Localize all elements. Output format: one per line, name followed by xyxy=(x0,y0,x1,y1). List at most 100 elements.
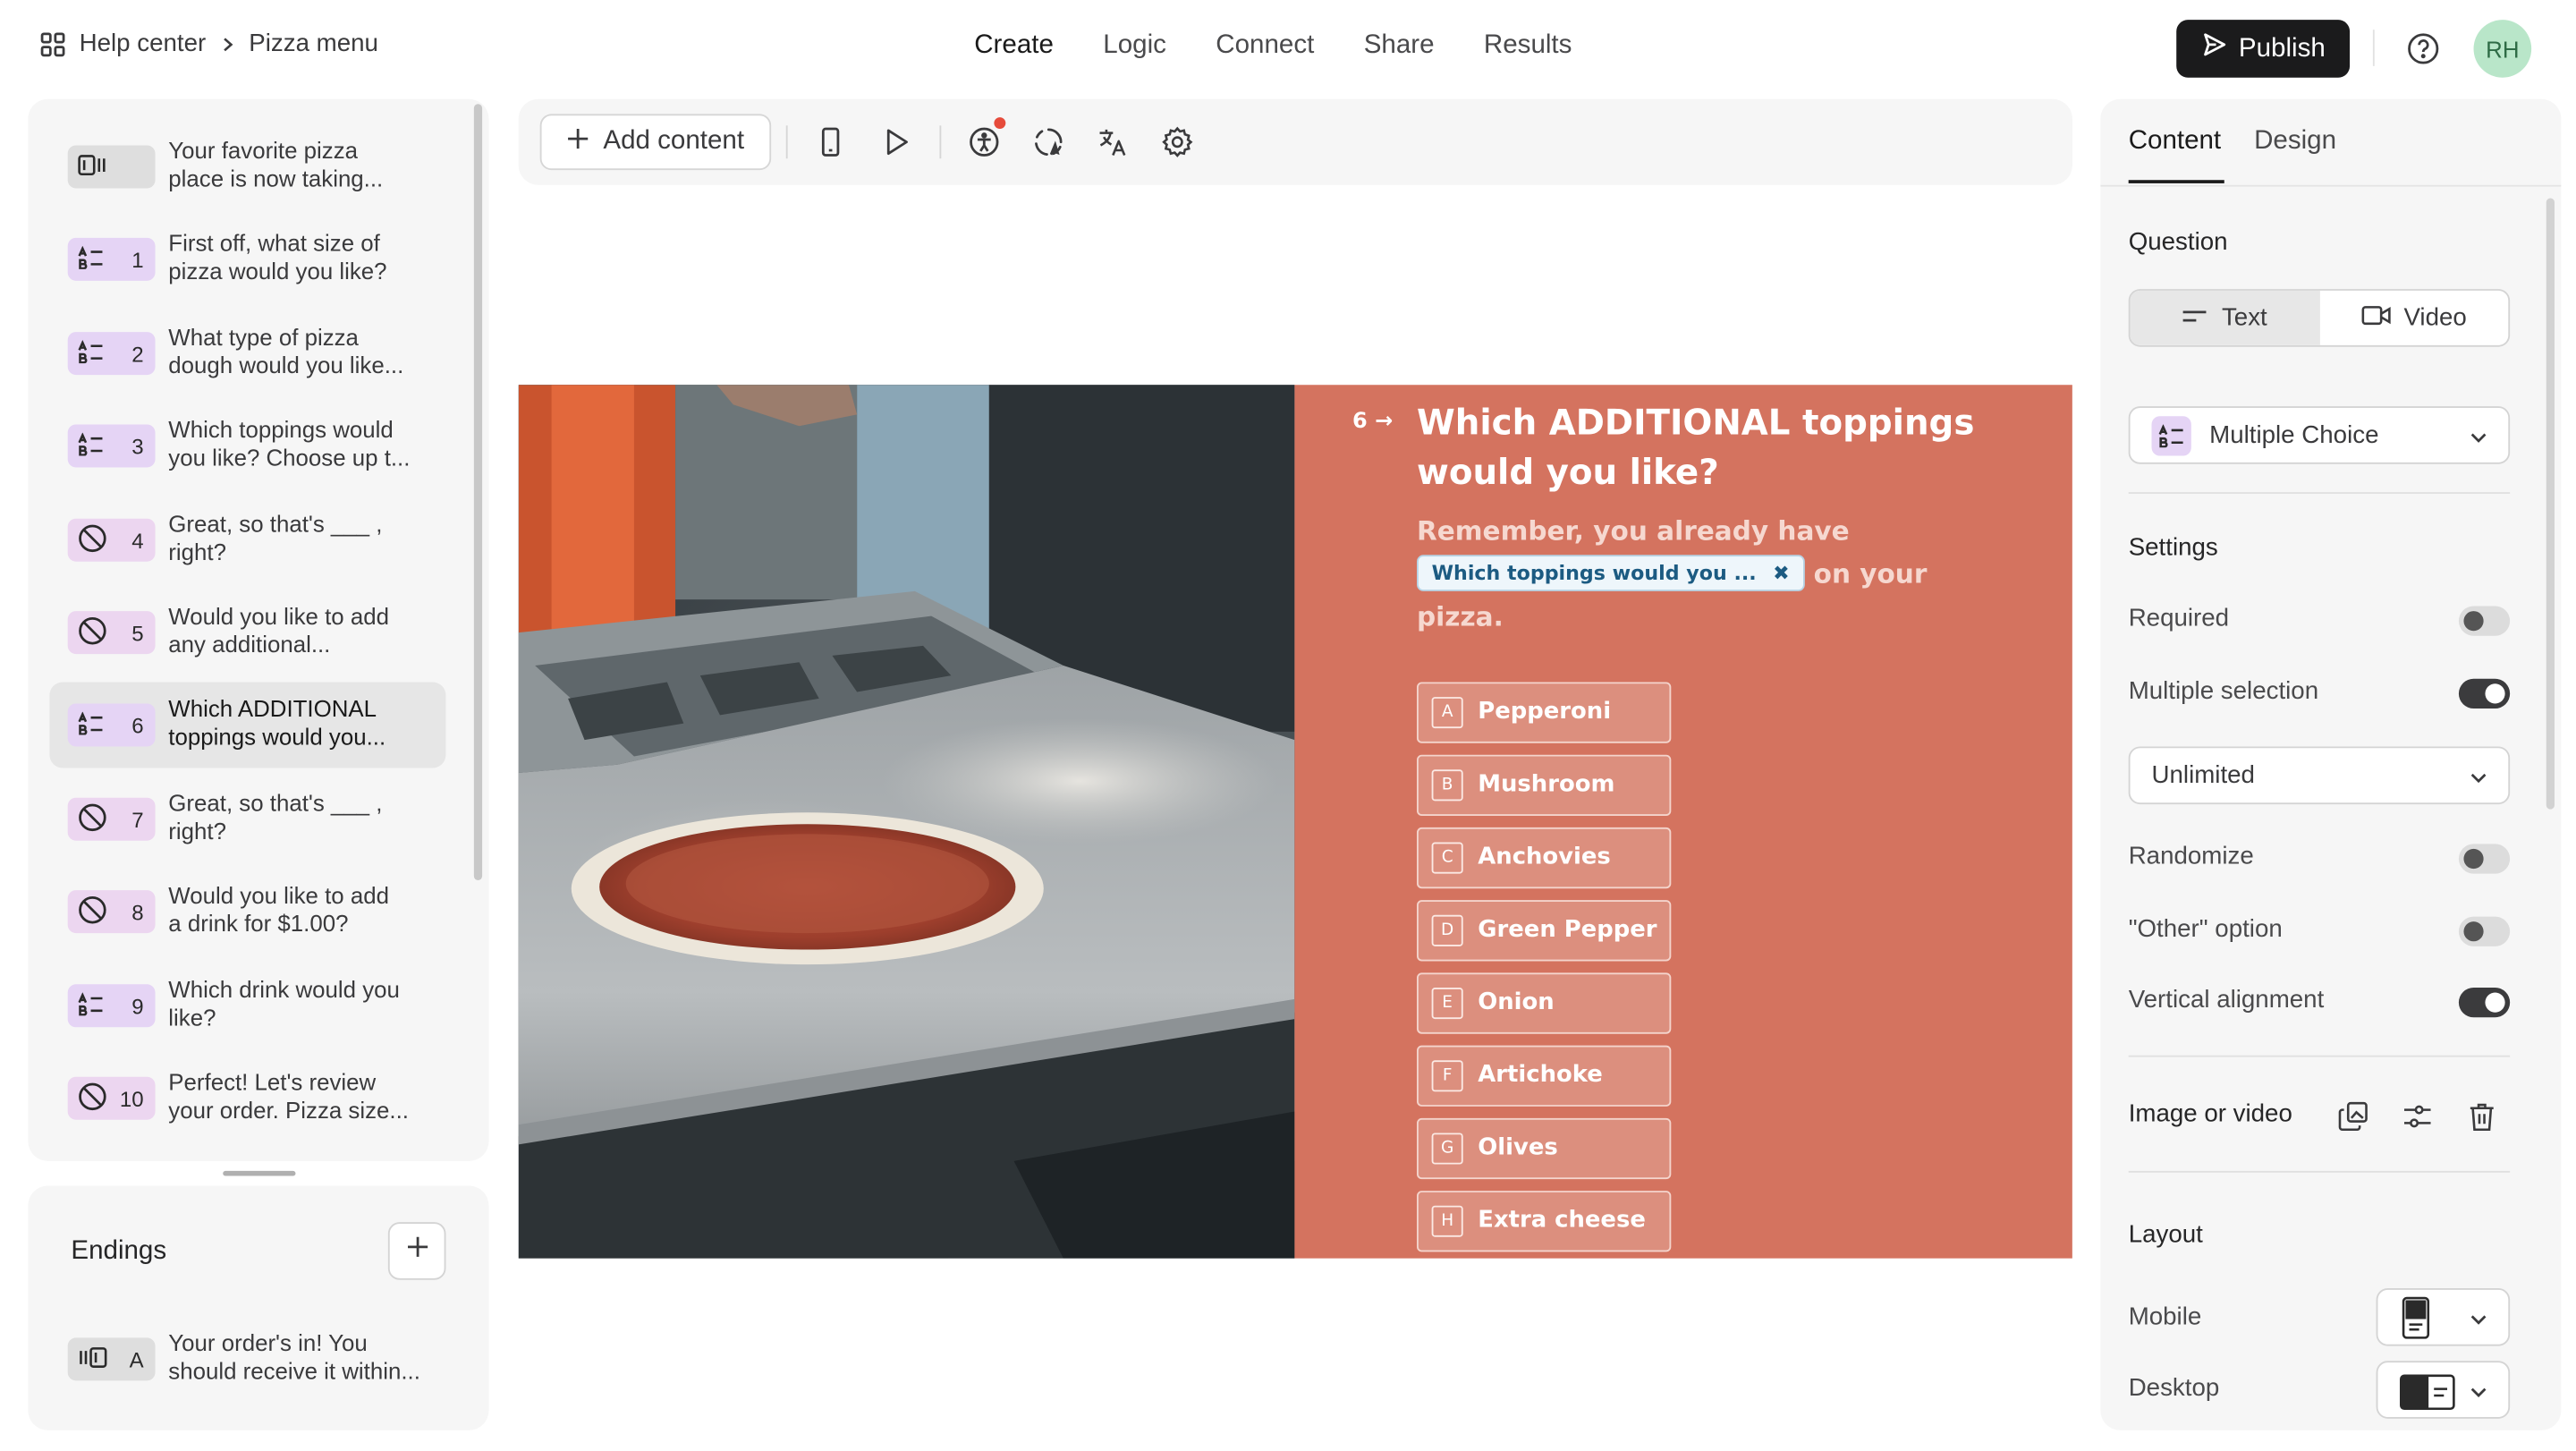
mobile-layout-icon xyxy=(2401,1296,2430,1347)
answer-choice[interactable]: D Green Pepper xyxy=(1416,900,1672,962)
publish-label: Publish xyxy=(2238,33,2326,63)
description-text: Remember, you already have xyxy=(1416,514,1850,547)
notification-dot xyxy=(994,117,1006,129)
tab-design[interactable]: Design xyxy=(2254,127,2336,157)
breadcrumb-current[interactable]: Pizza menu xyxy=(249,30,378,57)
setting-randomize: Randomize xyxy=(2129,843,2511,876)
pizza-photo[interactable] xyxy=(518,385,1295,1259)
question-type-badge: 1 xyxy=(67,237,156,281)
adjust-sliders-icon[interactable] xyxy=(2401,1100,2434,1141)
desktop-layout-select[interactable] xyxy=(2376,1361,2511,1419)
randomize-toggle[interactable] xyxy=(2458,844,2511,874)
list-item[interactable]: 4 Great, so that's ___ , right? xyxy=(49,497,445,583)
answer-choice[interactable]: E Onion xyxy=(1416,972,1672,1034)
grid-icon[interactable] xyxy=(39,30,66,57)
question-type-value: Multiple Choice xyxy=(2209,420,2379,450)
list-item[interactable]: 9 Which drink would you like? xyxy=(49,963,445,1048)
other-option-toggle[interactable] xyxy=(2458,916,2511,946)
question-number: 1 xyxy=(131,246,144,272)
mobile-layout-select[interactable] xyxy=(2376,1287,2511,1347)
multiple-selection-toggle[interactable] xyxy=(2458,678,2511,709)
publish-button[interactable]: Publish xyxy=(2176,20,2351,78)
mobile-preview-icon[interactable] xyxy=(814,125,847,158)
question-type-select[interactable]: Multiple Choice xyxy=(2128,406,2511,464)
desktop-layout-icon xyxy=(2399,1374,2455,1419)
question-type-badge: 6 xyxy=(67,703,156,747)
question-description[interactable]: Remember, you already have Which topping… xyxy=(1416,510,1979,639)
breadcrumb-root[interactable]: Help center xyxy=(80,30,207,57)
pizza-kitchen-image xyxy=(518,385,1295,1259)
text-mode-button[interactable]: Text xyxy=(2130,290,2319,345)
yes-no-icon xyxy=(78,522,107,557)
selection-limit-select[interactable]: Unlimited xyxy=(2128,746,2511,805)
question-number-label: 6 → xyxy=(1352,410,1393,435)
list-item[interactable]: 2 What type of pizza dough would you lik… xyxy=(49,310,445,396)
gear-icon[interactable] xyxy=(1161,125,1194,158)
accessibility-icon[interactable] xyxy=(968,125,1001,158)
close-icon[interactable]: ✖ xyxy=(1773,558,1790,588)
recall-chip-label: Which toppings would you ... xyxy=(1431,561,1757,585)
tab-connect[interactable]: Connect xyxy=(1216,31,1314,61)
multiple-choice-icon xyxy=(2151,416,2191,456)
avatar[interactable]: RH xyxy=(2473,20,2532,78)
choice-label: Anchovies xyxy=(1478,844,1611,870)
question-type-badge: 4 xyxy=(67,518,156,562)
setting-label: Required xyxy=(2128,604,2230,633)
question-heading[interactable]: Which ADDITIONAL toppings would you like… xyxy=(1417,398,2045,497)
tab-create[interactable]: Create xyxy=(974,31,1054,61)
panel-resize-handle[interactable] xyxy=(223,1170,296,1176)
list-item[interactable]: 1 First off, what size of pizza would yo… xyxy=(49,216,445,302)
question-type-badge: 5 xyxy=(67,611,156,655)
answer-choice[interactable]: A Pepperoni xyxy=(1416,682,1672,743)
trash-icon[interactable] xyxy=(2465,1100,2498,1141)
endings-panel: Endings A Your order's in! You should re… xyxy=(28,1185,489,1430)
recall-chip[interactable]: Which toppings would you ... ✖ xyxy=(1416,555,1805,591)
tab-results[interactable]: Results xyxy=(1484,31,1572,61)
required-toggle[interactable] xyxy=(2458,606,2511,636)
tab-share[interactable]: Share xyxy=(1364,31,1435,61)
list-item[interactable]: 5 Would you like to add any additional..… xyxy=(49,590,445,675)
list-item[interactable]: 8 Would you like to add a drink for $1.0… xyxy=(49,869,445,955)
ending-item[interactable]: A Your order's in! You should receive it… xyxy=(49,1316,445,1402)
help-icon[interactable] xyxy=(2406,31,2441,74)
list-item[interactable]: 10 Perfect! Let's review your order. Piz… xyxy=(49,1056,445,1141)
yes-no-icon xyxy=(78,1081,107,1116)
answer-choice[interactable]: G Olives xyxy=(1416,1117,1672,1180)
question-number: 9 xyxy=(131,993,144,1019)
add-ending-button[interactable] xyxy=(387,1222,446,1280)
video-mode-button[interactable]: Video xyxy=(2319,291,2508,345)
question-list-scrollbar[interactable] xyxy=(473,104,483,880)
yes-no-icon xyxy=(78,895,107,929)
ending-label: A xyxy=(129,1346,144,1372)
multiple-choice-icon xyxy=(78,244,105,273)
play-icon[interactable] xyxy=(880,125,913,158)
question-number: 7 xyxy=(131,806,144,832)
list-item-selected[interactable]: 6 Which ADDITIONAL toppings would you... xyxy=(49,682,446,768)
list-item[interactable]: 3 Which toppings would you like? Choose … xyxy=(49,403,445,488)
settings-scrollbar[interactable] xyxy=(2546,198,2555,810)
choice-key: C xyxy=(1431,842,1463,874)
choice-key: A xyxy=(1431,697,1463,729)
choice-key: E xyxy=(1431,987,1463,1020)
tab-logic[interactable]: Logic xyxy=(1103,31,1166,61)
answer-choice[interactable]: H Extra cheese xyxy=(1416,1191,1672,1252)
answer-choice[interactable]: B Mushroom xyxy=(1416,754,1672,816)
loading-progress-icon[interactable] xyxy=(1032,125,1065,158)
multiple-choice-icon xyxy=(78,338,105,367)
translate-icon[interactable] xyxy=(1097,125,1130,158)
question-type-badge: 3 xyxy=(67,424,156,468)
add-content-button[interactable]: Add content xyxy=(539,114,772,171)
choice-label: Extra cheese xyxy=(1478,1207,1646,1235)
question-title: Which drink would you like? xyxy=(168,976,400,1031)
answer-choice[interactable]: F Artichoke xyxy=(1416,1045,1672,1107)
question-title: Your favorite pizza place is now taking.… xyxy=(168,137,384,192)
choice-label: Onion xyxy=(1478,989,1555,1016)
answer-choice[interactable]: C Anchovies xyxy=(1416,827,1672,889)
list-item[interactable]: Your favorite pizza place is now taking.… xyxy=(49,123,445,209)
tab-content[interactable]: Content xyxy=(2129,127,2221,157)
list-item[interactable]: 7 Great, so that's ___ , right? xyxy=(49,776,445,862)
vertical-alignment-toggle[interactable] xyxy=(2458,987,2511,1018)
replace-media-icon[interactable] xyxy=(2336,1100,2369,1141)
chevron-down-icon xyxy=(2469,1380,2488,1410)
question-title: Would you like to add any additional... xyxy=(168,602,389,658)
